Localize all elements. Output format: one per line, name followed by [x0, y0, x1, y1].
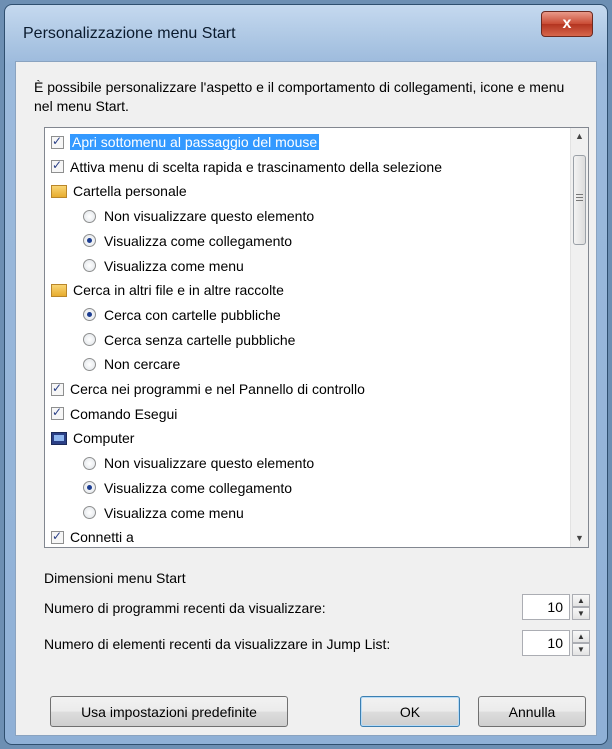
spin-down-icon[interactable]: ▼ — [572, 643, 590, 656]
size-group-title: Dimensioni menu Start — [44, 570, 186, 586]
checkbox-checked[interactable] — [51, 381, 64, 396]
radio-item-non-visualizzare-questo-elemento[interactable]: Non visualizzare questo elemento — [83, 451, 314, 475]
item-label: Apri sottomenu al passaggio del mouse — [70, 134, 320, 150]
scroll-thumb[interactable] — [573, 155, 586, 245]
checkbox-item-comando-esegui[interactable]: Comando Esegui — [51, 402, 177, 426]
jump-list-spinner[interactable]: 10 ▲ ▼ — [522, 630, 592, 656]
item-label: Comando Esegui — [70, 405, 178, 422]
radio-selected[interactable] — [83, 481, 96, 495]
radio-unselected[interactable] — [83, 456, 96, 470]
radio-item-visualizza-come-collegamento[interactable]: Visualizza come collegamento — [83, 476, 292, 500]
use-defaults-button[interactable]: Usa impostazioni predefinite — [50, 696, 288, 727]
checkbox-checked[interactable] — [51, 405, 64, 421]
dialog-body: È possibile personalizzare l'aspetto e i… — [15, 61, 597, 736]
close-button[interactable]: x — [541, 11, 593, 37]
radio-unselected[interactable] — [83, 506, 96, 519]
cancel-button[interactable]: Annulla — [478, 696, 586, 727]
radio-item-cerca-senza-cartelle-pubbliche[interactable]: Cerca senza cartelle pubbliche — [83, 328, 295, 352]
spin-down-icon[interactable]: ▼ — [572, 607, 590, 620]
radio-item-non-cercare[interactable]: Non cercare — [83, 352, 180, 376]
radio-item-non-visualizzare-questo-elemento[interactable]: Non visualizzare questo elemento — [83, 204, 314, 228]
jump-list-input[interactable]: 10 — [522, 630, 570, 656]
checkbox-item-connetti-a[interactable]: Connetti a — [51, 525, 134, 547]
options-list[interactable]: Apri sottomenu al passaggio del mouse Att… — [44, 127, 589, 548]
ok-label: OK — [399, 703, 421, 720]
item-label: Cartella personale — [73, 183, 187, 200]
radio-item-cerca-con-cartelle-pubbliche[interactable]: Cerca con cartelle pubbliche — [83, 303, 281, 327]
section-header-cartella-personale[interactable]: Cartella personale — [51, 179, 187, 203]
checkbox-item-cerca-nei-programmi-e-nel-pannello-di-controllo[interactable]: Cerca nei programmi e nel Pannello di co… — [51, 377, 365, 401]
use-defaults-label: Usa impostazioni predefinite — [81, 703, 257, 720]
options-items: Apri sottomenu al passaggio del mouse Att… — [45, 128, 570, 547]
item-label: Attiva menu di scelta rapida e trascinam… — [70, 158, 442, 175]
checkbox-item-apri-sottomenu-al-passaggio-del-mouse[interactable]: Apri sottomenu al passaggio del mouse — [51, 130, 320, 154]
spin-up-icon[interactable]: ▲ — [572, 630, 590, 643]
item-label: Visualizza come menu — [104, 257, 244, 274]
recent-programs-label: Numero di programmi recenti da visualizz… — [44, 600, 326, 616]
item-label: Non visualizzare questo elemento — [104, 208, 315, 225]
radio-item-visualizza-come-collegamento[interactable]: Visualizza come collegamento — [83, 229, 292, 253]
radio-selected[interactable] — [83, 308, 96, 322]
item-label: Non cercare — [104, 356, 181, 373]
section-header-computer[interactable]: Computer — [51, 426, 134, 450]
window-title: Personalizzazione menu Start — [23, 25, 236, 42]
radio-unselected[interactable] — [83, 209, 96, 223]
jump-list-spin-buttons: ▲ ▼ — [572, 630, 590, 656]
item-label: Visualizza come collegamento — [104, 479, 293, 496]
checkbox-checked[interactable] — [51, 134, 64, 149]
checkbox-checked[interactable] — [51, 158, 64, 174]
computer-icon — [51, 431, 67, 445]
item-label: Cerca nei programmi e nel Pannello di co… — [70, 381, 365, 397]
spin-up-icon[interactable]: ▲ — [572, 594, 590, 607]
intro-text: È possibile personalizzare l'aspetto e i… — [34, 79, 565, 114]
vertical-scrollbar[interactable]: ▲ ▼ — [570, 128, 588, 547]
search-folder-icon — [51, 283, 67, 297]
checkbox-item-attiva-menu-di-scelta-rapida-e-trascinamento-della-selezione[interactable]: Attiva menu di scelta rapida e trascinam… — [51, 155, 442, 179]
scroll-down-icon[interactable]: ▼ — [571, 530, 588, 547]
close-icon: x — [562, 15, 572, 32]
checkbox-checked[interactable] — [51, 529, 64, 544]
item-label: Computer — [73, 430, 135, 447]
jump-list-label: Numero di elementi recenti da visualizza… — [44, 636, 391, 652]
cancel-label: Annulla — [508, 703, 556, 720]
radio-unselected[interactable] — [83, 357, 96, 371]
recent-programs-spinner[interactable]: 10 ▲ ▼ — [522, 594, 592, 620]
customize-start-menu-dialog: Personalizzazione menu Start x È possibi… — [4, 4, 608, 745]
item-label: Visualizza come menu — [104, 504, 244, 521]
scroll-grip — [576, 194, 583, 195]
scroll-up-icon[interactable]: ▲ — [571, 128, 588, 145]
radio-item-visualizza-come-menu[interactable]: Visualizza come menu — [83, 501, 244, 525]
section-header-cerca-in-altri-file-e-in-altre-raccolte[interactable]: Cerca in altri file e in altre raccolte — [51, 278, 284, 302]
radio-selected[interactable] — [83, 234, 96, 248]
radio-item-visualizza-come-menu[interactable]: Visualizza come menu — [83, 254, 244, 278]
item-label: Cerca con cartelle pubbliche — [104, 306, 281, 323]
radio-unselected[interactable] — [83, 259, 96, 272]
item-label: Non visualizzare questo elemento — [104, 455, 315, 472]
title-bar[interactable]: Personalizzazione menu Start x — [5, 5, 607, 51]
recent-programs-spin-buttons: ▲ ▼ — [572, 594, 590, 620]
item-label: Connetti a — [70, 529, 134, 546]
radio-unselected[interactable] — [83, 333, 96, 347]
ok-button[interactable]: OK — [360, 696, 460, 727]
recent-programs-input[interactable]: 10 — [522, 594, 570, 620]
item-label: Cerca in altri file e in altre raccolte — [73, 282, 284, 299]
item-label: Cerca senza cartelle pubbliche — [104, 331, 296, 348]
item-label: Visualizza come collegamento — [104, 232, 293, 249]
personal-folder-icon — [51, 184, 67, 198]
start-menu-size-group: Dimensioni menu Start Numero di programm… — [34, 560, 592, 664]
